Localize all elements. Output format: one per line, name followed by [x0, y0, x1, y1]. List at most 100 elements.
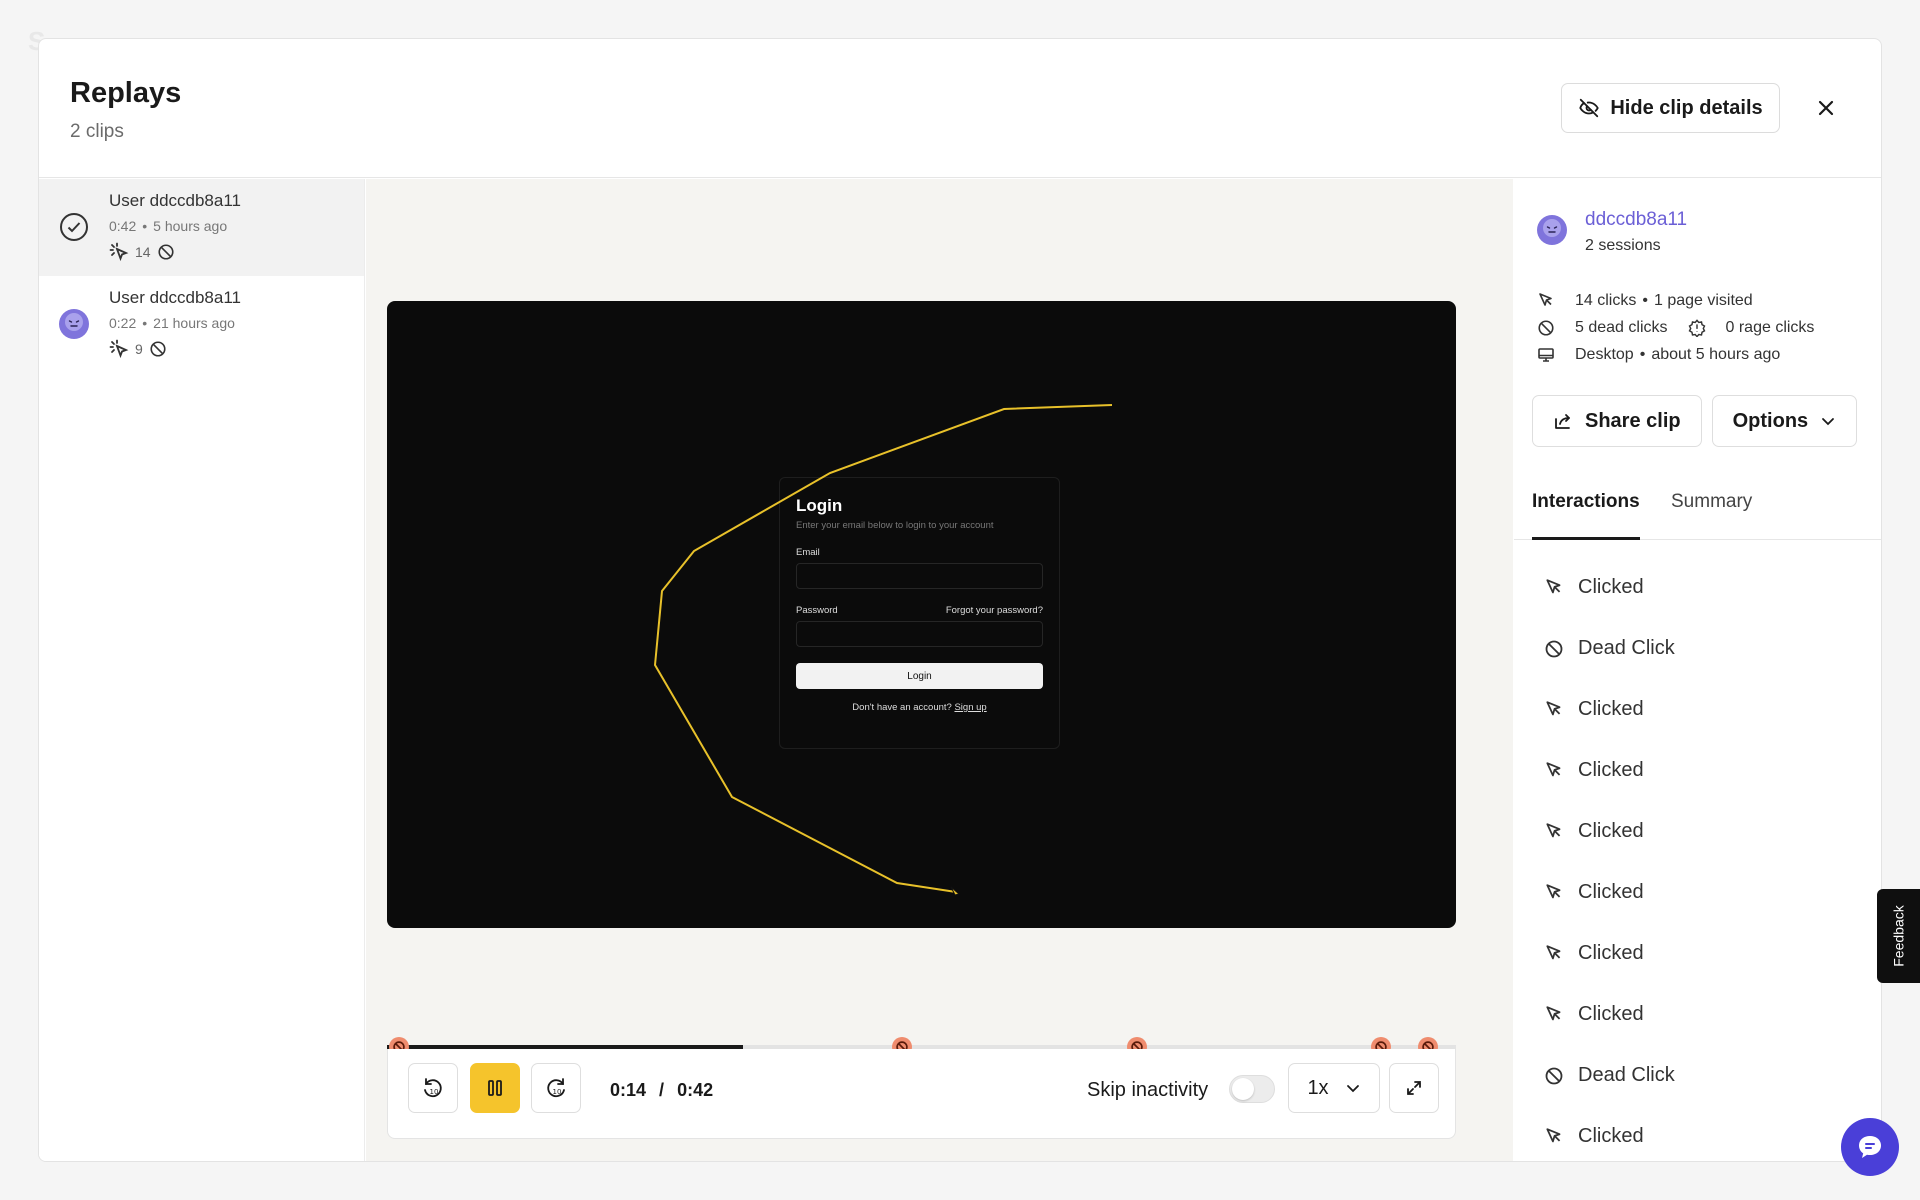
feedback-label: Feedback: [1890, 905, 1907, 967]
check-circle-icon: [60, 213, 88, 241]
close-icon: [1818, 100, 1834, 116]
clip-count: 2 clips: [70, 121, 124, 142]
forward-10-button[interactable]: 10: [531, 1063, 581, 1113]
total-time: 0:42: [677, 1080, 714, 1100]
modal-header: Replays 2 clips Hide clip details: [39, 39, 1881, 178]
cursor-icon: [1546, 1127, 1561, 1142]
meta-separator: •: [142, 218, 148, 234]
chevron-down-icon: [1346, 1085, 1359, 1093]
feedback-tab[interactable]: Feedback: [1877, 889, 1920, 983]
tab-interactions[interactable]: Interactions: [1532, 491, 1640, 540]
clip-actions: Share clip Options: [1532, 395, 1858, 447]
fullscreen-button[interactable]: [1389, 1063, 1439, 1113]
clip-click-count: 14: [135, 244, 151, 260]
share-clip-label: Share clip: [1585, 409, 1681, 432]
pause-icon: [488, 1080, 502, 1096]
clip-item[interactable]: User ddccdb8a11 0:42 • 5 hours ago 14: [39, 179, 364, 276]
click-burst-icon: [109, 339, 129, 359]
interaction-list: Clicked Dead Click Clicked Clicked Click…: [1544, 557, 1675, 1161]
playback-speed-value: 1x: [1307, 1076, 1329, 1099]
session-count: 2 sessions: [1585, 237, 1661, 254]
skip-inactivity-label: Skip inactivity: [1087, 1079, 1209, 1101]
interaction-label: Clicked: [1578, 1003, 1644, 1025]
chat-icon: [1859, 1136, 1881, 1158]
cursor-icon: [1546, 761, 1561, 776]
interaction-item[interactable]: Clicked: [1544, 862, 1675, 923]
cursor-icon: [1539, 292, 1552, 306]
details-tabs: Interactions Summary: [1514, 479, 1881, 540]
interaction-label: Clicked: [1578, 820, 1644, 842]
replay-video[interactable]: Login Enter your email below to login to…: [387, 301, 1456, 928]
forward-10-icon: 10: [547, 1078, 565, 1098]
cursor-icon: [1546, 1005, 1561, 1020]
skip-inactivity-toggle[interactable]: [1229, 1075, 1275, 1103]
desktop-icon: [1538, 347, 1554, 362]
interaction-label: Clicked: [1578, 759, 1644, 781]
interaction-item[interactable]: Clicked: [1544, 557, 1675, 618]
interaction-label: Clicked: [1578, 942, 1644, 964]
expand-icon: [1407, 1081, 1421, 1095]
interaction-label: Dead Click: [1578, 637, 1675, 659]
avatar: [1537, 215, 1567, 245]
click-burst-icon: [109, 242, 129, 262]
clip-user: User ddccdb8a11: [109, 191, 241, 210]
dead-click-icon: [158, 244, 174, 260]
share-icon: [1555, 414, 1570, 429]
svg-text:10: 10: [430, 1088, 439, 1096]
clip-stats: 14 clicks • 1 page visited 5 dead clicks…: [1537, 287, 1814, 368]
share-clip-button[interactable]: Share clip: [1532, 395, 1702, 447]
session-time: about 5 hours ago: [1651, 345, 1781, 363]
player-area: Login Enter your email below to login to…: [366, 179, 1513, 1161]
interaction-item[interactable]: Dead Click: [1544, 1045, 1675, 1106]
replays-modal: Replays 2 clips Hide clip details User d…: [38, 38, 1882, 1162]
clip-duration: 0:42: [109, 218, 137, 234]
current-time: 0:14: [610, 1080, 647, 1100]
interaction-item[interactable]: Clicked: [1544, 923, 1675, 984]
close-button[interactable]: [1809, 91, 1843, 125]
hide-clip-details-button[interactable]: Hide clip details: [1561, 83, 1780, 133]
interaction-label: Clicked: [1578, 698, 1644, 720]
device-type: Desktop: [1575, 345, 1634, 363]
player-controls: 10 10 0:14 / 0:42 Skip inactivity 1x: [387, 1049, 1456, 1139]
clip-click-count: 9: [135, 341, 143, 357]
user-link[interactable]: ddccdb8a11: [1585, 209, 1687, 231]
mouse-trail: [653, 404, 1113, 896]
rage-click-icon: [1688, 318, 1705, 337]
clip-item[interactable]: User ddccdb8a11 0:22 • 21 hours ago 9: [39, 276, 364, 373]
cursor-icon: [1546, 578, 1561, 593]
time-separator: /: [659, 1080, 665, 1100]
dead-click-count: 5 dead clicks: [1575, 318, 1668, 336]
clip-age: 5 hours ago: [153, 218, 228, 234]
playback-speed-select[interactable]: 1x: [1288, 1063, 1380, 1113]
stat-separator: •: [1639, 345, 1646, 363]
interaction-item[interactable]: Clicked: [1544, 1106, 1675, 1161]
rewind-10-button[interactable]: 10: [408, 1063, 458, 1113]
cursor-icon: [1546, 700, 1561, 715]
rage-click-count: 0 rage clicks: [1725, 318, 1815, 336]
dead-click-icon: [1538, 319, 1554, 336]
dead-click-icon: [150, 341, 166, 357]
avatar: [59, 309, 89, 339]
interaction-label: Clicked: [1578, 1125, 1644, 1147]
tab-summary[interactable]: Summary: [1671, 491, 1752, 540]
hide-clip-details-label: Hide clip details: [1610, 96, 1763, 119]
dead-click-icon: [1545, 1067, 1563, 1084]
pages-visited: 1 page visited: [1653, 291, 1753, 309]
chat-button[interactable]: [1841, 1118, 1899, 1176]
interaction-item[interactable]: Clicked: [1544, 740, 1675, 801]
interaction-item[interactable]: Clicked: [1544, 801, 1675, 862]
clip-list: User ddccdb8a11 0:42 • 5 hours ago 14 Us…: [39, 179, 365, 1161]
click-count: 14 clicks: [1575, 291, 1637, 309]
cursor-icon: [1546, 822, 1561, 837]
interaction-item[interactable]: Clicked: [1544, 984, 1675, 1045]
interaction-item[interactable]: Dead Click: [1544, 618, 1675, 679]
options-button[interactable]: Options: [1711, 395, 1858, 447]
clip-age: 21 hours ago: [153, 315, 235, 331]
dead-click-icon: [1545, 640, 1563, 657]
cursor-icon: [1546, 883, 1561, 898]
interaction-label: Clicked: [1578, 881, 1644, 903]
options-label: Options: [1732, 409, 1809, 432]
rewind-10-icon: 10: [424, 1078, 442, 1098]
interaction-item[interactable]: Clicked: [1544, 679, 1675, 740]
pause-button[interactable]: [470, 1063, 520, 1113]
